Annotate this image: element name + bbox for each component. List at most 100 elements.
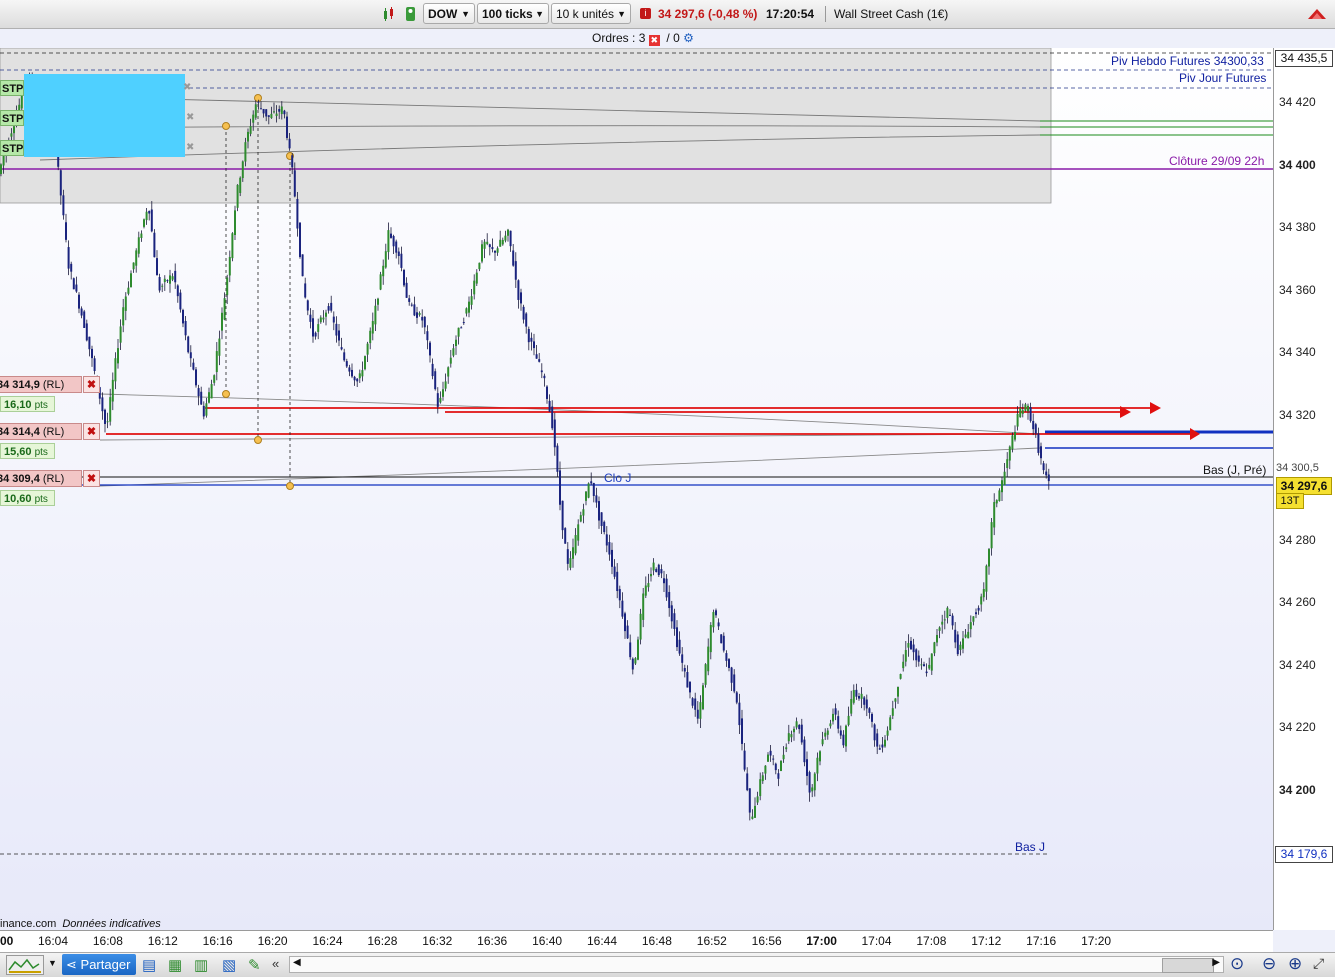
candle-body	[738, 702, 741, 726]
close-icon[interactable]: ✖	[186, 142, 194, 153]
candle-body	[852, 690, 855, 703]
close-icon[interactable]: ✖	[183, 82, 191, 93]
candle-body	[309, 314, 312, 322]
candle-body	[153, 232, 156, 258]
candle-body	[777, 773, 780, 779]
candle-body	[156, 258, 158, 276]
scroll-left-icon[interactable]: ◀	[293, 957, 301, 968]
layout-icon[interactable]: ▦	[168, 956, 182, 974]
units-selector[interactable]: 10 k unités ▼	[551, 3, 631, 24]
stp-tag[interactable]: STP	[0, 80, 24, 96]
candle-body	[717, 622, 720, 627]
close-icon[interactable]: ✖	[186, 112, 194, 123]
piv-jour-label: Piv Jour Futures	[1179, 71, 1267, 85]
scrollbar[interactable]: ◀ ▶	[289, 956, 1224, 973]
candle-body	[501, 239, 504, 245]
cancel-orders-icon[interactable]: ✖	[648, 35, 660, 46]
gear-icon[interactable]: ⚙	[683, 31, 694, 45]
cancel-order-button[interactable]: ✖	[83, 470, 100, 487]
order-price-tag[interactable]: 34 309,4 (RL)	[0, 470, 82, 487]
price-chart[interactable]	[0, 48, 1273, 930]
scroll-thumb[interactable]	[1162, 958, 1214, 973]
order-price-tag[interactable]: 34 314,4 (RL)	[0, 423, 82, 440]
scroll-right-icon[interactable]: ▶	[1212, 957, 1220, 968]
chart-type-icon[interactable]	[382, 6, 398, 25]
candle-body	[122, 307, 125, 326]
zoom-out-icon[interactable]: ⊖	[1262, 954, 1276, 974]
order-pts-tag: 16,10 pts	[0, 396, 55, 412]
chevron-down-icon: ▼	[461, 9, 470, 19]
candle-body	[478, 262, 481, 270]
candle-body	[91, 348, 93, 359]
expand-icon[interactable]: ⤢	[1313, 955, 1324, 972]
share-label: Partager	[80, 957, 131, 972]
candle-body	[995, 500, 998, 504]
candle-body	[933, 642, 936, 654]
timeframe-selector[interactable]: 100 ticks ▼	[477, 3, 549, 24]
stp-tag[interactable]: STP	[0, 140, 24, 156]
candle-body	[925, 671, 928, 674]
candle-body	[655, 569, 658, 573]
share-icon: ⋖	[66, 957, 77, 972]
order-pts-unit: pts	[34, 400, 48, 411]
zoom-in-icon[interactable]: ⊕	[1288, 954, 1302, 974]
chart-style-icon[interactable]	[6, 955, 44, 975]
candle-body	[670, 605, 673, 622]
candle-body	[540, 370, 543, 373]
candle-body	[886, 730, 889, 736]
time-tick-label: 16:12	[147, 934, 178, 948]
candle-body	[790, 734, 793, 738]
candle-body	[936, 634, 938, 643]
order-price-tag[interactable]: 34 314,9 (RL)	[0, 376, 82, 393]
candle-body	[192, 362, 195, 370]
candle-body	[626, 625, 629, 639]
instrument-info-icon[interactable]: i	[640, 8, 651, 19]
candle-body	[585, 491, 587, 501]
candle-body	[915, 649, 918, 661]
candle-body	[834, 708, 837, 715]
drawing-icon[interactable]: ✎	[248, 956, 261, 974]
candle-body	[842, 734, 845, 746]
candle-body	[590, 481, 593, 484]
candle-body	[538, 359, 541, 362]
cancel-order-button[interactable]: ✖	[83, 376, 100, 393]
orders-count[interactable]: 3	[639, 31, 646, 45]
candle-body	[176, 285, 179, 297]
candle-body	[158, 277, 161, 291]
candle-body	[434, 371, 437, 390]
candle-body	[756, 796, 759, 803]
candle-body	[174, 270, 177, 283]
indicator-icon[interactable]	[402, 5, 420, 26]
bottom-price-value: 34 179,6	[1280, 847, 1328, 861]
stp-tag[interactable]: STP	[0, 110, 24, 126]
share-button[interactable]: ⋖ Partager	[62, 954, 136, 975]
candle-body	[475, 272, 478, 284]
candle-body	[699, 702, 702, 719]
minimize-icon[interactable]	[1306, 5, 1328, 26]
zoom-fit-icon[interactable]: ⊙	[1230, 954, 1244, 974]
tick-count-value: 13T	[1280, 495, 1300, 507]
candle-body	[494, 250, 496, 253]
candle-body	[72, 278, 75, 290]
chart-area[interactable]: STP STP STP ✖ ✖ ✖ Piv Hebdo Futures 3430…	[0, 48, 1273, 930]
scroll-start-icon[interactable]: «	[272, 956, 279, 971]
candle-body	[975, 612, 977, 615]
candle-body	[595, 495, 598, 503]
split-icon[interactable]: ▥	[194, 956, 208, 974]
candle-body	[668, 591, 671, 609]
candle-body	[70, 263, 73, 272]
candle-body	[426, 331, 429, 341]
symbol-selector[interactable]: DOW ▼	[423, 3, 475, 24]
indicators-icon[interactable]: ▧	[222, 956, 236, 974]
time-tick-label: 16:40	[532, 934, 563, 948]
cancel-order-button[interactable]: ✖	[83, 423, 100, 440]
candle-body	[135, 250, 138, 266]
candle-body	[631, 658, 634, 670]
comment-icon[interactable]: ▤	[142, 956, 156, 974]
chevron-down-icon[interactable]: ▼	[48, 958, 57, 968]
candle-body	[202, 405, 205, 417]
candle-body	[416, 312, 418, 318]
orders-pending[interactable]: 0	[673, 31, 680, 45]
candle-body	[436, 393, 439, 407]
candle-body	[205, 403, 208, 416]
